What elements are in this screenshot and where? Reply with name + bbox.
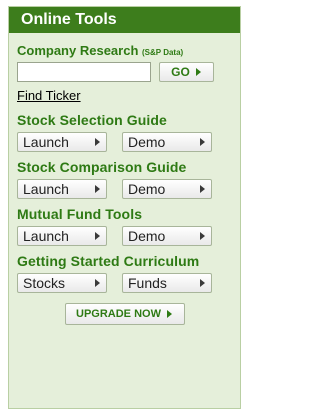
go-button[interactable]: GO (159, 62, 214, 82)
triangle-right-icon (95, 185, 100, 193)
triangle-right-icon (200, 232, 205, 240)
button-label: Demo (128, 134, 166, 150)
triangle-right-icon (200, 279, 205, 287)
mutual-fund-demo-button[interactable]: Demo (122, 226, 212, 246)
triangle-right-icon (95, 232, 100, 240)
mutual-fund-launch-button[interactable]: Launch (17, 226, 107, 246)
stock-selection-guide-buttons: Launch Demo (17, 132, 240, 152)
getting-started-curriculum-title: Getting Started Curriculum (17, 253, 200, 269)
upgrade-now-button[interactable]: UPGRADE NOW (64, 303, 185, 325)
triangle-right-icon (166, 310, 172, 318)
stock-selection-guide-title: Stock Selection Guide (17, 112, 167, 128)
triangle-right-icon (195, 68, 201, 76)
sp-data-label: (S&P Data) (142, 48, 184, 57)
button-label: Launch (23, 228, 69, 244)
stock-comparison-guide-buttons: Launch Demo (17, 179, 240, 199)
find-ticker-link[interactable]: Find Ticker (17, 88, 81, 103)
button-label: Demo (128, 181, 166, 197)
stock-selection-launch-button[interactable]: Launch (17, 132, 107, 152)
curriculum-stocks-button[interactable]: Stocks (17, 273, 107, 293)
company-research-title: Company Research (S&P Data) (17, 43, 240, 58)
mutual-fund-tools-buttons: Launch Demo (17, 226, 240, 246)
curriculum-funds-button[interactable]: Funds (122, 273, 212, 293)
online-tools-panel: Online Tools Company Research (S&P Data)… (8, 6, 241, 409)
getting-started-curriculum-buttons: Stocks Funds (17, 273, 240, 293)
stock-comparison-demo-button[interactable]: Demo (122, 179, 212, 199)
upgrade-row: UPGRADE NOW (9, 303, 240, 325)
button-label: Stocks (23, 275, 66, 291)
stock-comparison-launch-button[interactable]: Launch (17, 179, 107, 199)
button-label: Demo (128, 228, 166, 244)
button-label: Funds (128, 275, 167, 291)
panel-header: Online Tools (9, 7, 240, 33)
company-research-label: Company Research (17, 43, 139, 58)
company-search-input[interactable] (17, 62, 151, 82)
triangle-right-icon (200, 138, 205, 146)
triangle-right-icon (95, 138, 100, 146)
upgrade-now-label: UPGRADE NOW (76, 308, 161, 320)
button-label: Launch (23, 181, 69, 197)
company-search-row: GO (17, 62, 240, 82)
button-label: Launch (23, 134, 69, 150)
go-button-label: GO (171, 65, 190, 79)
triangle-right-icon (200, 185, 205, 193)
stock-selection-demo-button[interactable]: Demo (122, 132, 212, 152)
mutual-fund-tools-title: Mutual Fund Tools (17, 206, 143, 222)
triangle-right-icon (95, 279, 100, 287)
stock-comparison-guide-title: Stock Comparison Guide (17, 159, 187, 175)
